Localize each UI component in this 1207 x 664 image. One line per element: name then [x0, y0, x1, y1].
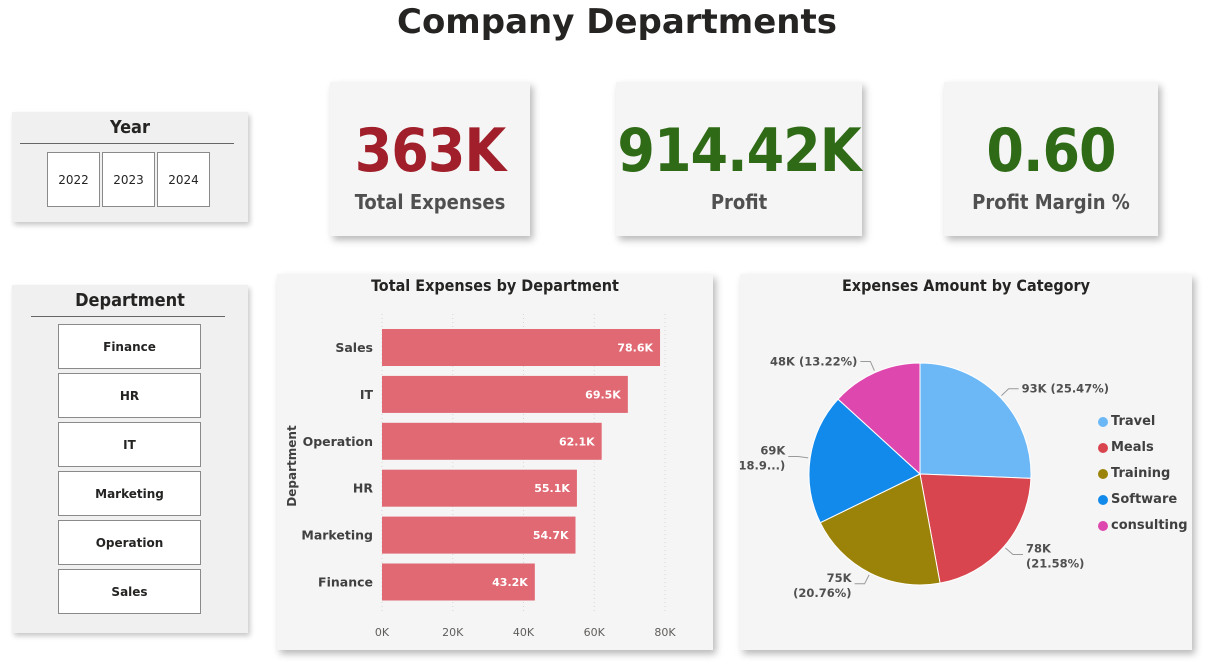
kpi-card-profit-margin: 0.60 Profit Margin %	[944, 82, 1158, 236]
bar-chart-card: Total Expenses by Department 0K 20K 40K 60K…	[277, 274, 713, 650]
kpi-profit-margin-value: 0.60	[986, 116, 1116, 186]
pie-chart-card: Expenses Amount by Category 93K (25.47%)…	[740, 274, 1192, 650]
department-option-operation[interactable]: Operation	[58, 520, 201, 565]
kpi-profit-margin-label: Profit Margin %	[972, 190, 1130, 214]
legend-item-consulting[interactable]: consulting	[1098, 518, 1188, 533]
year-slicer: Year 2022 2023 2024	[12, 112, 248, 222]
legend-label: Meals	[1111, 440, 1154, 455]
bar-data-label: 78.6K	[617, 342, 653, 355]
department-slicer-divider	[31, 316, 225, 317]
bar-chart-x-tick: 40K	[513, 626, 535, 639]
bar-category-label: Finance	[318, 575, 373, 590]
bar-data-label: 62.1K	[559, 435, 595, 448]
legend-item-meals[interactable]: Meals	[1098, 440, 1154, 455]
kpi-profit-value: 914.42K	[617, 116, 861, 186]
pie-leader-line	[1005, 547, 1023, 556]
bar-chart-x-tick: 20K	[442, 626, 464, 639]
bar-data-label: 55.1K	[534, 482, 570, 495]
legend-marker	[1098, 520, 1108, 531]
kpi-card-profit: 914.42K Profit	[616, 82, 862, 236]
department-option-hr[interactable]: HR	[58, 373, 201, 418]
pie-leader-line	[788, 455, 809, 459]
kpi-total-expenses-value: 363K	[354, 116, 507, 186]
bar-data-label: 43.2K	[492, 576, 528, 589]
department-option-sales[interactable]: Sales	[58, 569, 201, 614]
bar-category-label: Operation	[303, 434, 373, 449]
bar-chart-x-tick: 80K	[654, 626, 676, 639]
bar-data-label: 54.7K	[533, 529, 569, 542]
legend-label: Training	[1111, 466, 1171, 481]
legend-marker	[1098, 468, 1108, 479]
pie-leader-line	[1001, 388, 1019, 397]
legend-marker	[1098, 494, 1108, 505]
pie-chart: 93K (25.47%) 78K(21.58%) 75K(20.76%) 69K(18…	[740, 354, 1109, 600]
bar-chart: 0K 20K 40K 60K 80K Sales 78.6K IT 69.5K Operation…	[285, 314, 676, 639]
pie-data-label: 78K (21.58%)	[1026, 542, 1084, 571]
bar-chart-y-axis-title: Department	[285, 425, 299, 507]
pie-leader-line	[860, 360, 875, 371]
pie-data-label: 69K(18.9...)	[740, 443, 786, 472]
department-option-it[interactable]: IT	[58, 422, 201, 467]
pie-data-label: 75K (20.76%)	[793, 571, 853, 600]
kpi-profit-label: Profit	[710, 190, 768, 214]
year-option-2024[interactable]: 2024	[157, 152, 210, 207]
department-option-marketing[interactable]: Marketing	[58, 471, 201, 516]
bar-category-label: Marketing	[301, 528, 373, 543]
legend-item-software[interactable]: Software	[1098, 492, 1177, 507]
bar-chart-x-tick: 0K	[375, 626, 390, 639]
pie-leader-line	[854, 574, 870, 585]
bar-data-label: 69.5K	[585, 388, 621, 401]
bar-category-label: IT	[360, 387, 374, 402]
legend-item-travel[interactable]: Travel	[1098, 414, 1155, 429]
year-option-2023[interactable]: 2023	[102, 152, 155, 207]
kpi-card-total-expenses: 363K Total Expenses	[330, 82, 530, 236]
department-slicer: Department Finance HR IT Marketing Opera…	[12, 285, 248, 633]
legend-item-training[interactable]: Training	[1098, 466, 1170, 481]
bar-chart-x-tick: 60K	[584, 626, 606, 639]
year-slicer-divider	[20, 143, 234, 144]
legend-marker	[1098, 442, 1108, 453]
bar-category-label: HR	[353, 481, 373, 496]
kpi-total-expenses-label: Total Expenses	[354, 190, 506, 214]
pie-data-label: 93K (25.47%)	[1022, 382, 1109, 396]
department-option-finance[interactable]: Finance	[58, 324, 201, 369]
legend-label: Software	[1111, 492, 1178, 507]
page-title: Company Departments	[397, 2, 837, 42]
legend-marker	[1098, 416, 1108, 427]
year-option-2022[interactable]: 2022	[47, 152, 100, 207]
pie-slice-travel	[919, 362, 1032, 479]
bar-category-label: Sales	[335, 340, 373, 355]
pie-data-label: 48K (13.22%)	[770, 354, 857, 368]
department-slicer-title: Department	[75, 290, 185, 311]
legend-label: Travel	[1111, 414, 1156, 429]
legend-label: consulting	[1111, 518, 1188, 533]
year-slicer-title: Year	[110, 117, 150, 138]
